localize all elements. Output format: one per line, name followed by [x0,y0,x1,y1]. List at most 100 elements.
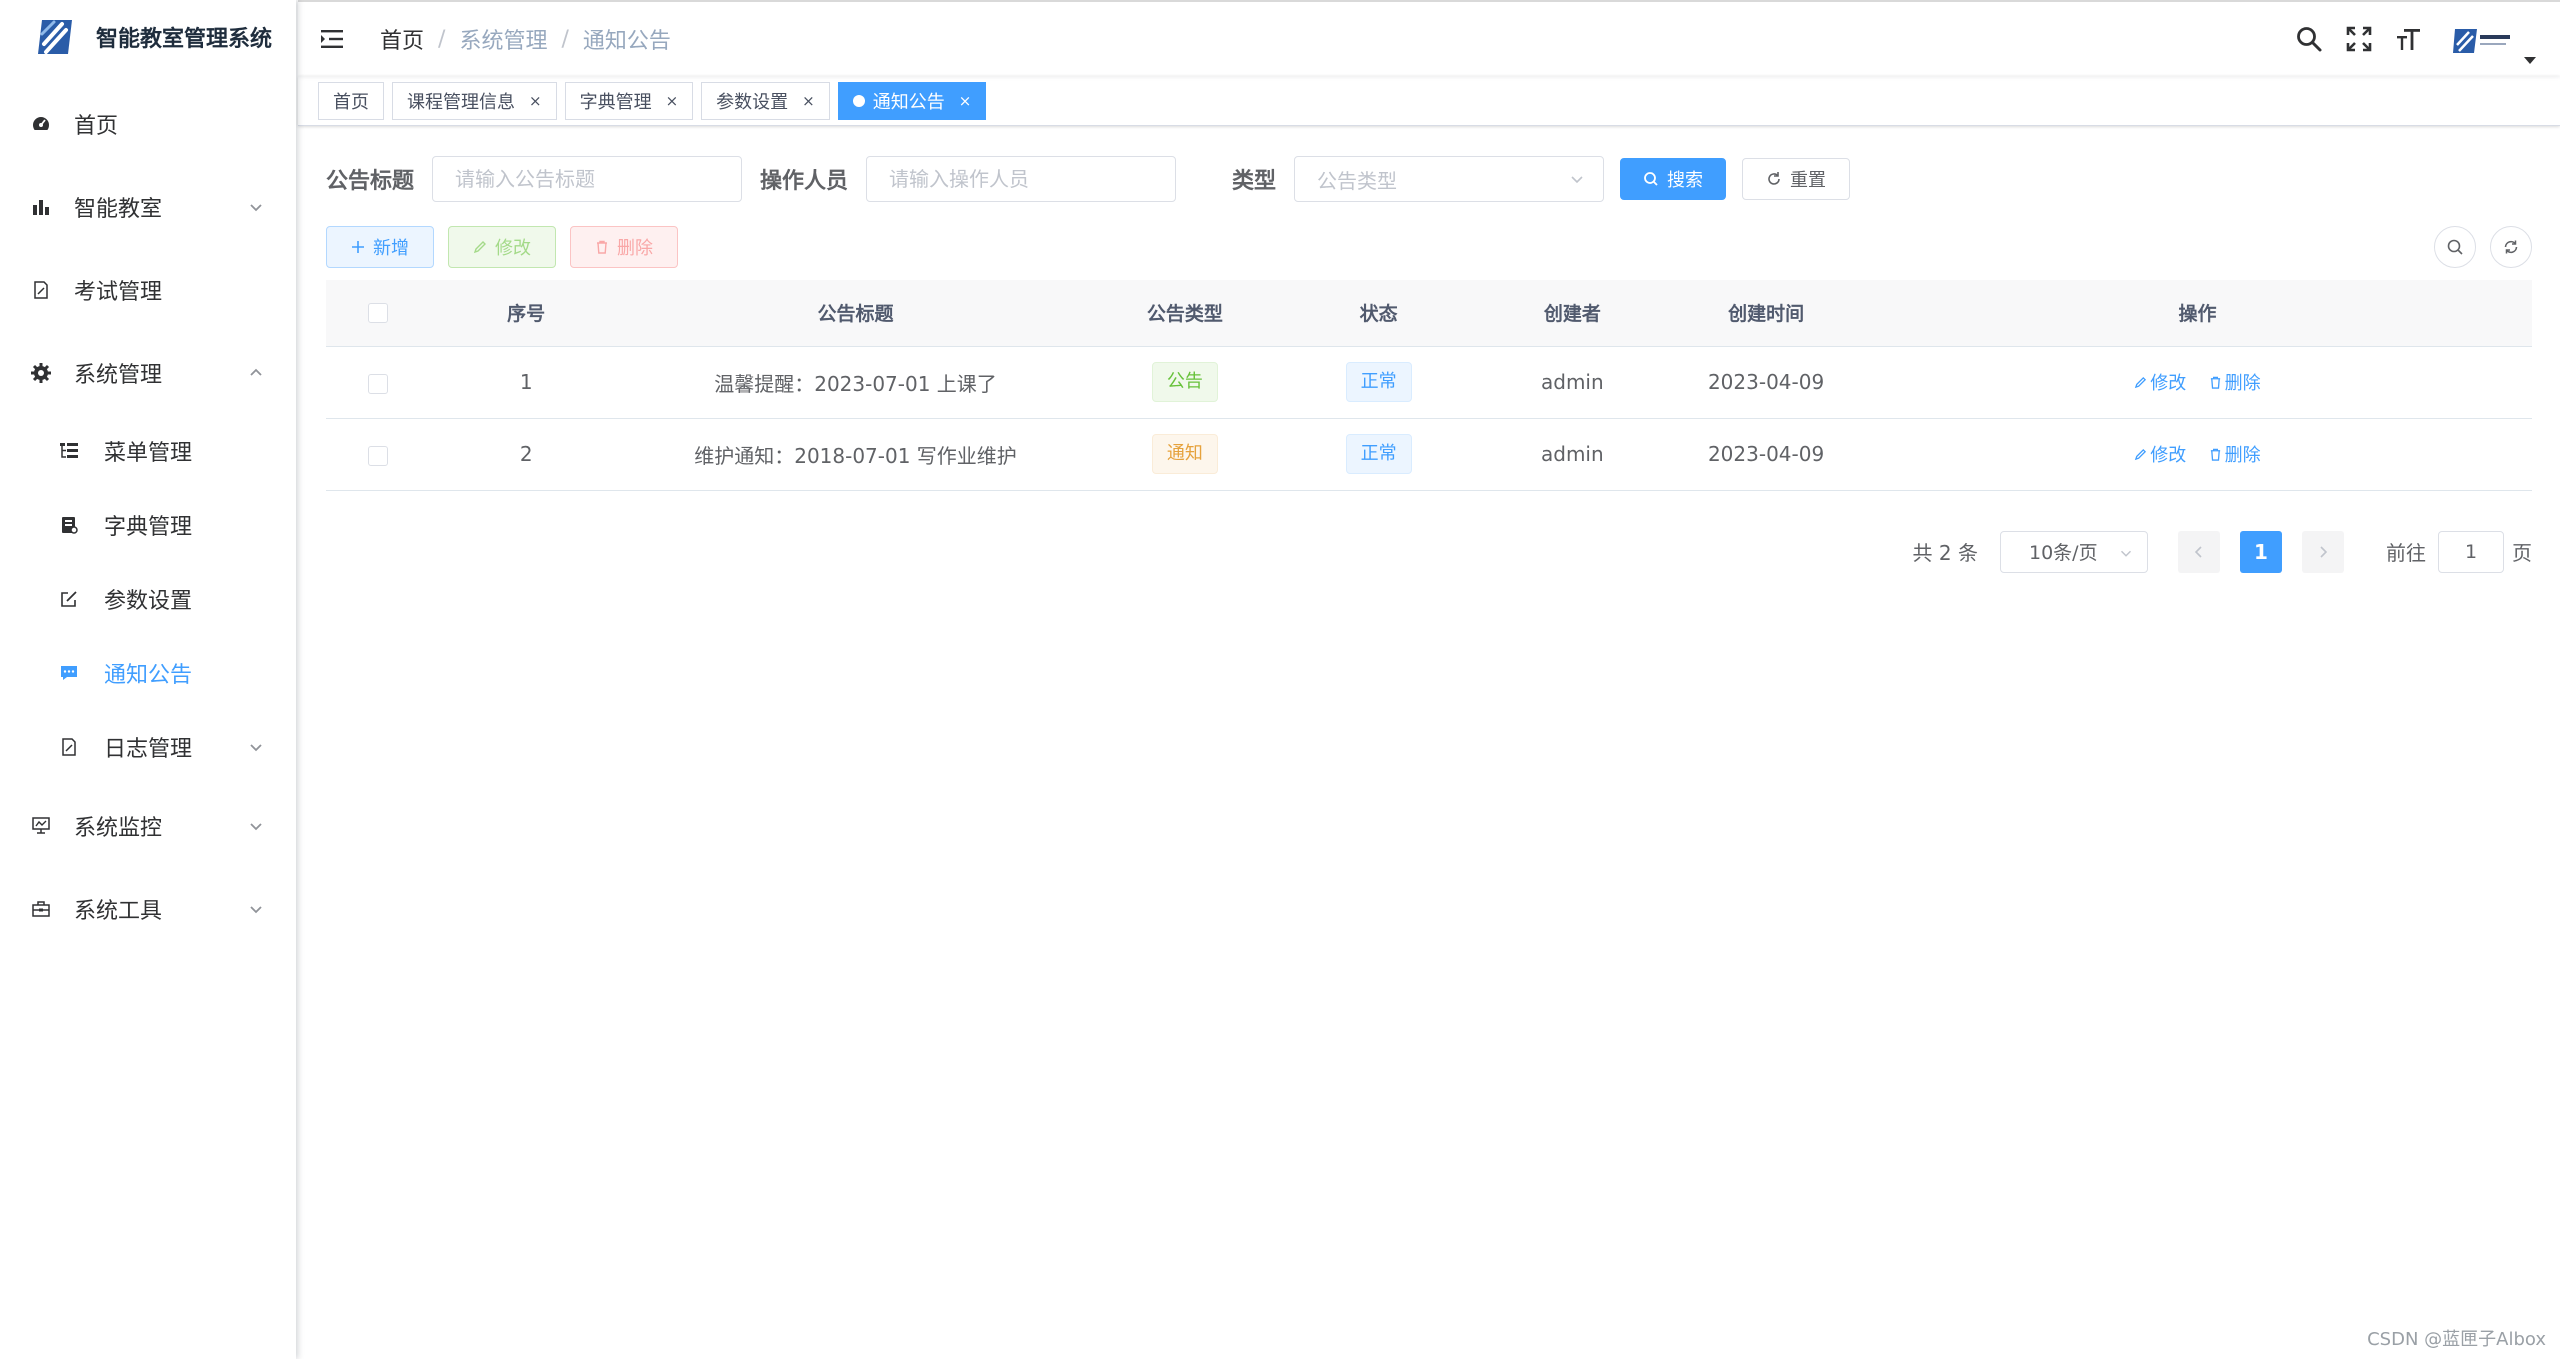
operator-input[interactable] [866,156,1177,202]
chevron-down-icon [250,744,262,752]
chevron-down-icon [250,822,262,830]
logo[interactable]: 智能教室管理系统 [0,0,296,74]
sidebar-item-params[interactable]: 参数设置 [0,562,296,636]
page-size-select[interactable]: 10条/页 [2000,530,2148,573]
toggle-search-button[interactable] [2434,226,2476,268]
row-delete-button[interactable]: 删除 [2209,369,2261,395]
page-unit-label: 页 [2512,541,2532,565]
trash-icon [2210,376,2220,389]
close-icon[interactable]: × [802,92,815,110]
select-all-cell [326,280,430,347]
sidebar-item-label: 菜单管理 [104,441,193,466]
chevron-left-icon [2194,545,2202,558]
row-edit-button[interactable]: 修改 [2134,369,2186,395]
breadcrumb-home[interactable]: 首页 [380,23,424,55]
search-icon [2447,239,2463,255]
close-icon[interactable]: × [666,92,679,110]
message-icon [58,662,80,684]
edit-button-label: 修改 [495,238,531,259]
col-header: 操作 [1862,280,2532,347]
search-icon [1644,172,1658,186]
edit-icon [2135,448,2147,460]
plus-icon [352,241,364,253]
search-icon[interactable] [2294,24,2324,54]
search-button[interactable]: 搜索 [1620,158,1727,200]
cell-title: 维护通知：2018-07-01 写作业维护 [623,418,1088,491]
notice-title-input[interactable] [432,156,743,202]
sidebar-item-home[interactable]: 首页 [0,82,296,165]
app-root: 智能教室管理系统 首页 智能教室 考试管理 系统管理 菜单管理 字典管理 参数设… [0,0,2560,1359]
tag-dict[interactable]: 字典管理 × [564,81,694,120]
reset-button[interactable]: 重置 [1742,158,1851,200]
refresh-button[interactable] [2490,226,2532,268]
type-badge: 通知 [1151,434,1218,474]
notice-type-select[interactable]: 公告类型 [1294,156,1605,202]
row-edit-button[interactable]: 修改 [2134,441,2186,467]
sidebar-item-menu-mgmt[interactable]: 菜单管理 [0,414,296,488]
row-checkbox[interactable] [367,373,388,394]
select-placeholder: 公告类型 [1317,168,1398,193]
chevron-down-icon [250,905,262,913]
cell-type: 公告 [1088,346,1282,419]
close-icon[interactable]: × [529,92,542,110]
sidebar-item-notice[interactable]: 通知公告 [0,636,296,710]
row-delete-label: 删除 [2224,373,2261,394]
navbar-right-menu [2274,2,2536,76]
sidebar-item-label: 通知公告 [104,663,193,688]
goto-page-input[interactable] [2438,530,2504,573]
edit-icon [58,588,80,610]
pagination-total: 共 2 条 [1912,541,1978,565]
fullscreen-icon[interactable] [2344,24,2374,54]
cell-id: 2 [429,418,624,491]
sidebar-item-monitor[interactable]: 系统监控 [0,784,296,867]
operator-label: 操作人员 [760,169,849,194]
hamburger-icon[interactable] [318,24,348,54]
monitor-icon [30,815,52,837]
tag-notice[interactable]: 通知公告 × [837,81,987,120]
chevron-down-icon [1571,176,1583,184]
sidebar-item-exam[interactable]: 考试管理 [0,248,296,331]
pagination: 共 2 条 10条/页 1 前往 页 [326,530,2532,573]
col-header: 创建者 [1475,280,1670,347]
page-number-1[interactable]: 1 [2240,530,2282,573]
col-header: 状态 [1281,280,1476,347]
sidebar-item-smart-classroom[interactable]: 智能教室 [0,165,296,248]
cell-type: 通知 [1088,418,1282,491]
tree-table-icon [58,440,80,462]
sidebar: 智能教室管理系统 首页 智能教室 考试管理 系统管理 菜单管理 字典管理 参数设… [0,0,296,1359]
close-icon[interactable]: × [959,92,972,110]
action-toolbar: 新增 修改 删除 [326,226,2532,268]
tag-course[interactable]: 课程管理信息 × [392,81,557,120]
cell-status: 正常 [1281,346,1476,419]
table-header-row: 序号 公告标题 公告类型 状态 创建者 创建时间 操作 [326,280,2532,347]
notice-table: 序号 公告标题 公告类型 状态 创建者 创建时间 操作 1 温馨提醒：2023-… [326,280,2532,491]
trash-icon [2210,448,2220,461]
tag-home[interactable]: 首页 [318,81,384,120]
toolbox-icon [30,898,52,920]
next-page-button[interactable] [2302,530,2344,573]
sidebar-item-dict-mgmt[interactable]: 字典管理 [0,488,296,562]
sidebar-item-log-mgmt[interactable]: 日志管理 [0,710,296,784]
type-label: 类型 [1232,169,1277,194]
cell-id: 1 [429,346,624,419]
cell-status: 正常 [1281,418,1476,491]
edit-button[interactable]: 修改 [448,226,556,268]
sidebar-item-label: 字典管理 [104,515,193,540]
font-size-icon[interactable] [2394,24,2424,54]
tag-params[interactable]: 参数设置 × [701,81,830,120]
row-delete-button[interactable]: 删除 [2209,441,2261,467]
search-button-label: 搜索 [1667,170,1704,191]
sidebar-item-system[interactable]: 系统管理 [0,331,296,414]
delete-button[interactable]: 删除 [570,226,678,268]
add-button[interactable]: 新增 [326,226,434,268]
select-all-checkbox[interactable] [367,303,388,324]
status-badge: 正常 [1345,434,1412,474]
avatar [2452,25,2514,59]
bar-chart-icon [30,196,52,218]
user-avatar-dropdown[interactable] [2452,9,2536,69]
prev-page-button[interactable] [2178,530,2220,573]
trash-icon [597,240,607,254]
row-checkbox[interactable] [367,445,388,466]
sidebar-item-tools[interactable]: 系统工具 [0,867,296,950]
col-header: 公告标题 [623,280,1088,347]
